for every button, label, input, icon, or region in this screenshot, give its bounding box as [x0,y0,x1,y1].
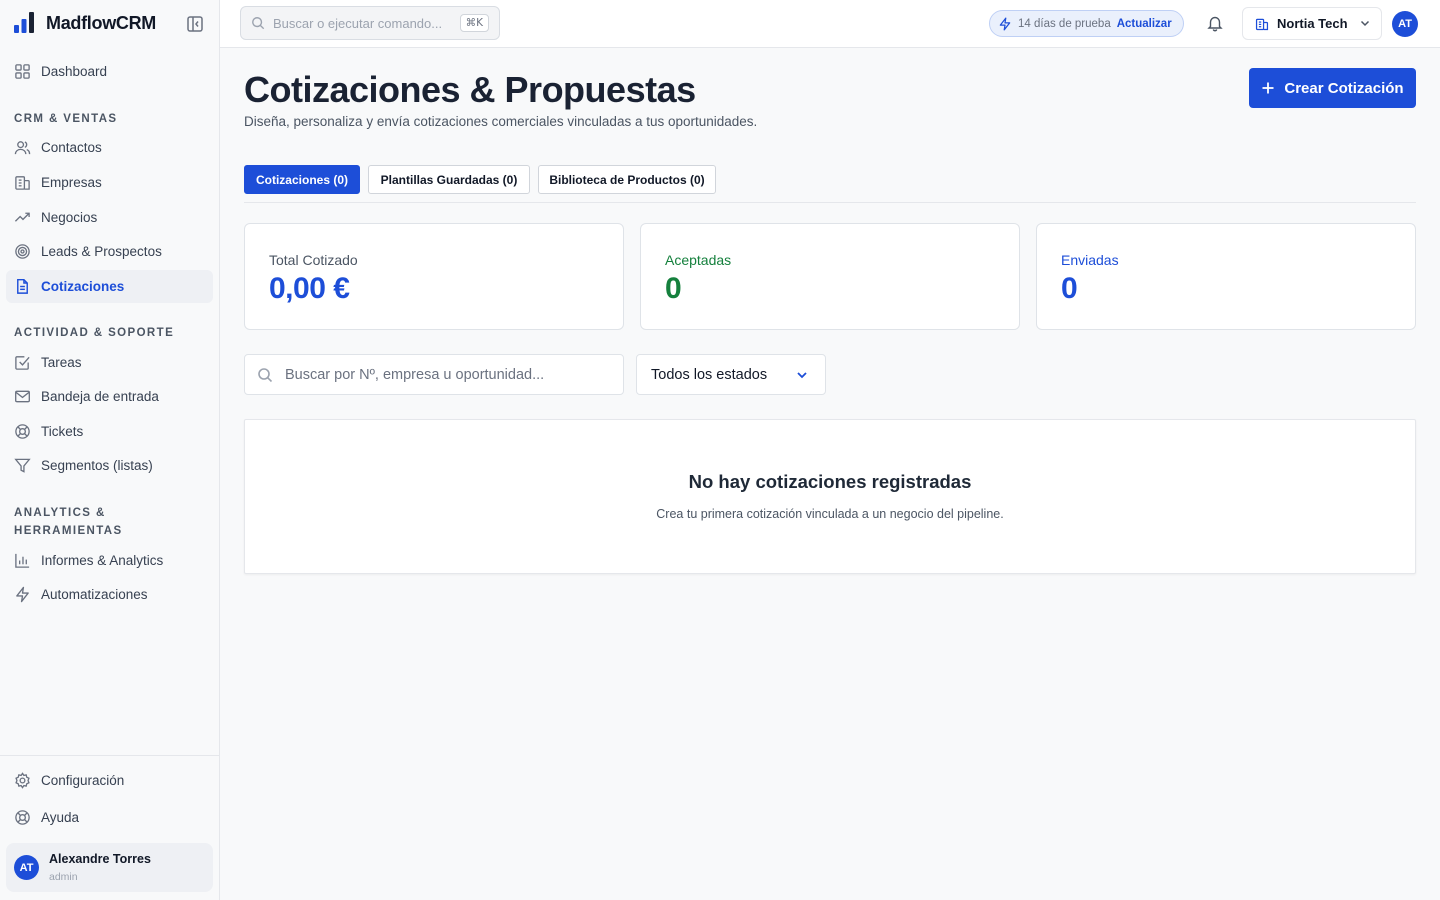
sidebar-item-companies[interactable]: Empresas [6,166,213,199]
empty-state-panel: No hay cotizaciones registradas Crea tu … [244,419,1416,574]
sidebar-item-leads[interactable]: Leads & Prospectos [6,235,213,268]
sidebar-item-contacts[interactable]: Contactos [6,131,213,164]
stat-label: Total Cotizado [269,252,358,268]
search-icon [251,16,265,30]
stat-value: 0 [1061,272,1078,305]
sidebar: MadflowCRM Dashboard CRM & VENTAS Contac… [0,0,220,900]
avatar: AT [14,855,39,880]
trending-up-icon [14,209,31,226]
stat-label: Aceptadas [665,252,732,268]
brand-name: MadflowCRM [46,12,156,33]
search-input[interactable] [285,366,605,383]
plus-icon [1261,81,1275,95]
sidebar-item-reports[interactable]: Informes & Analytics [6,544,213,577]
tabs-divider [244,202,1416,203]
status-filter-value: Todos los estados [651,366,768,383]
sidebar-item-label: Contactos [41,140,102,155]
sidebar-item-tickets[interactable]: Tickets [6,415,213,448]
sidebar-collapse-icon[interactable] [186,15,204,33]
workspace-switcher[interactable]: Nortia Tech [1242,7,1382,40]
sidebar-item-inbox[interactable]: Bandeja de entrada [6,380,213,413]
command-search-placeholder: Buscar o ejecutar comando... [273,15,443,31]
sidebar-item-label: Automatizaciones [41,587,148,602]
sidebar-item-settings[interactable]: Configuración [6,764,213,797]
life-buoy-icon [14,423,31,440]
sidebar-item-deals[interactable]: Negocios [6,201,213,234]
sidebar-item-label: Leads & Prospectos [41,244,162,259]
sidebar-item-label: Configuración [41,773,125,788]
sidebar-item-label: Negocios [41,210,98,225]
file-text-icon [14,278,31,295]
brand[interactable]: MadflowCRM [14,12,156,34]
stat-card-sent: Enviadas 0 [1036,223,1416,330]
building-icon [1255,17,1269,31]
section-crm-ventas: CRM & VENTAS [14,113,118,125]
chevron-down-icon [1359,17,1371,29]
user-avatar[interactable]: AT [1392,11,1418,37]
sidebar-item-automations[interactable]: Automatizaciones [6,578,213,611]
user-name: Alexandre Torres [49,852,151,866]
create-quote-button[interactable]: Crear Cotización [1249,68,1416,108]
shortcut-badge: ⌘K [459,14,489,32]
target-icon [14,243,31,260]
page-subtitle: Diseña, personaliza y envía cotizaciones… [244,114,758,129]
bar-chart-icon [14,552,31,569]
empty-state-subtitle: Crea tu primera cotización vinculada a u… [656,507,1004,521]
checkbox-icon [14,354,31,371]
stat-label: Enviadas [1061,252,1119,268]
users-icon [14,139,31,156]
sidebar-divider [0,755,219,756]
trial-badge: 14 días de prueba Actualizar [989,10,1184,37]
sidebar-item-label: Empresas [41,175,102,190]
lightning-icon [14,586,31,603]
sidebar-item-label: Segmentos (listas) [41,458,153,473]
sidebar-item-label: Cotizaciones [41,279,125,294]
upgrade-link[interactable]: Actualizar [1117,18,1172,30]
filter-icon [14,457,31,474]
building-icon [14,174,31,191]
user-profile-card[interactable]: AT Alexandre Torres admin [6,843,213,892]
quote-search[interactable] [244,354,624,395]
sidebar-item-help[interactable]: Ayuda [6,801,213,834]
tab-saved-templates[interactable]: Plantillas Guardadas (0) [368,165,530,194]
sidebar-item-segments[interactable]: Segmentos (listas) [6,449,213,482]
page-title: Cotizaciones & Propuestas [244,69,696,110]
trial-text: 14 días de prueba [1018,17,1111,30]
sidebar-item-label: Tareas [41,355,82,370]
sidebar-item-dashboard[interactable]: Dashboard [6,55,213,88]
help-buoy-icon [14,809,31,826]
bell-icon[interactable] [1206,14,1224,32]
sidebar-item-label: Dashboard [41,64,108,79]
sidebar-item-label: Informes & Analytics [41,553,164,568]
topbar: Buscar o ejecutar comando... ⌘K 14 días … [220,0,1440,48]
user-role: admin [49,871,78,883]
search-icon [257,367,273,383]
chevron-down-icon [795,368,809,382]
tab-quotes[interactable]: Cotizaciones (0) [244,165,360,194]
command-search[interactable]: Buscar o ejecutar comando... ⌘K [240,6,500,40]
create-quote-label: Crear Cotización [1284,79,1404,97]
sidebar-item-label: Tickets [41,424,84,439]
section-analytics-herramientas: ANALYTICS & HERRAMIENTAS [14,507,123,537]
tab-product-library[interactable]: Biblioteca de Productos (0) [538,165,716,194]
sidebar-item-label: Bandeja de entrada [41,389,159,404]
gear-icon [14,772,31,789]
empty-state-title: No hay cotizaciones registradas [688,471,972,492]
sidebar-item-label: Ayuda [41,810,80,825]
stat-card-accepted: Aceptadas 0 [640,223,1020,330]
sidebar-item-quotes[interactable]: Cotizaciones [6,270,213,303]
sidebar-item-tasks[interactable]: Tareas [6,346,213,379]
section-actividad-soporte: ACTIVIDAD & SOPORTE [14,327,175,339]
grid-icon [14,63,31,80]
bar-chart-logo-icon [14,12,34,34]
mail-icon [14,388,31,405]
stat-card-total: Total Cotizado 0,00 € [244,223,624,330]
lightning-icon [998,17,1012,31]
stat-value: 0 [665,272,682,305]
workspace-name: Nortia Tech [1277,16,1348,31]
status-filter-select[interactable]: Todos los estados [636,354,826,395]
stat-value: 0,00 € [269,272,350,305]
